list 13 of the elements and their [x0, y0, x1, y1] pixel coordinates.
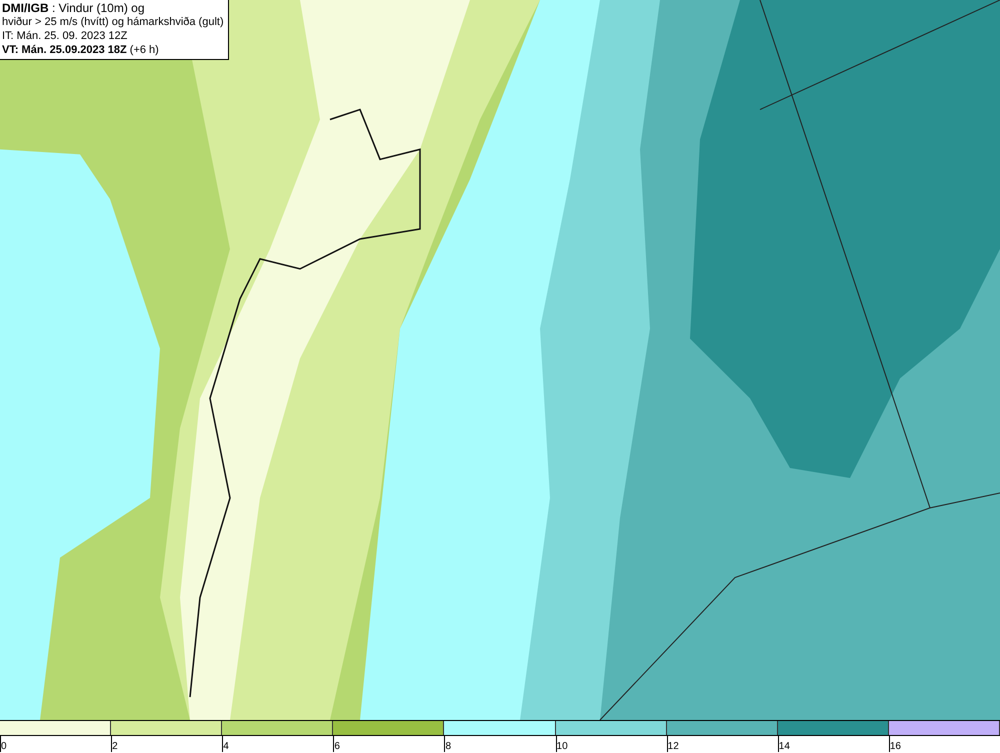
scale-label: 14 [778, 741, 790, 753]
scale-label: 8 [445, 741, 451, 753]
title-line: VT: Mán. 25.09.2023 18Z (+6 h) [2, 43, 160, 57]
scale-label: 6 [334, 741, 340, 753]
scale-label: 4 [223, 741, 229, 753]
scale-label: 16 [890, 741, 901, 753]
title-line: DMI/IGB : Vindur (10m) og [2, 1, 146, 15]
title-line: hviður > 25 m/s (hvítt) og hámarkshviða (gult) [2, 15, 224, 29]
title-line: IT: Mán. 25. 09. 2023 12Z [2, 29, 128, 43]
scale-label: 2 [112, 741, 118, 753]
scale-label: 10 [556, 741, 568, 753]
scale-label: 0 [1, 741, 7, 753]
scale-label: 12 [668, 741, 679, 753]
